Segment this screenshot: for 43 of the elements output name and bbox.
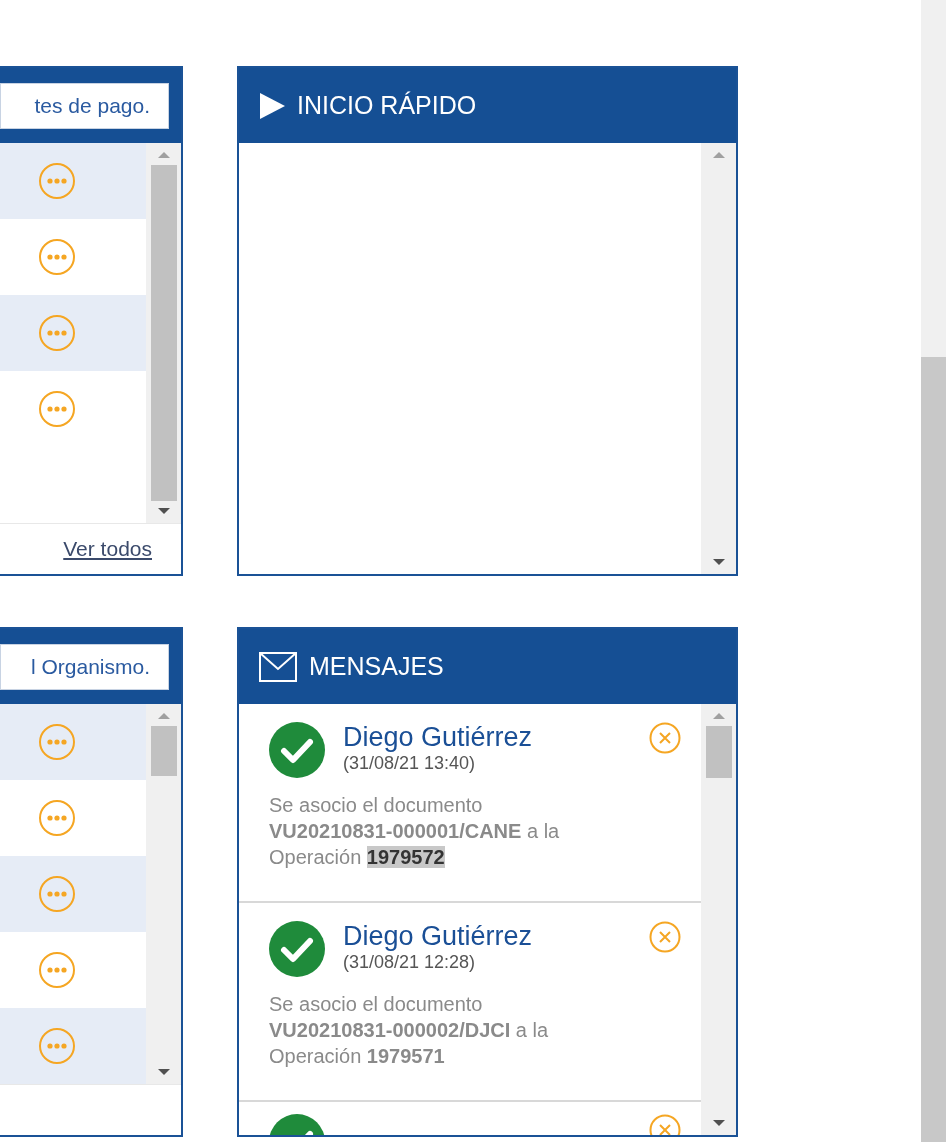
- more-options-icon[interactable]: [38, 723, 76, 761]
- check-circle-icon: [269, 921, 325, 977]
- message-time: (31/08/21 13:40): [343, 753, 477, 774]
- list-row[interactable]: [0, 856, 146, 932]
- more-options-icon[interactable]: [38, 1027, 76, 1065]
- scroll-up-icon[interactable]: [157, 712, 170, 720]
- play-icon: [259, 92, 285, 119]
- scroll-down-icon[interactable]: [712, 1119, 725, 1127]
- list-row[interactable]: [0, 295, 146, 371]
- more-options-icon[interactable]: [38, 951, 76, 989]
- more-options-icon[interactable]: [38, 238, 76, 276]
- scroll-up-icon[interactable]: [712, 151, 725, 159]
- scroll-down-icon[interactable]: [157, 1068, 170, 1076]
- scroll-thumb[interactable]: [150, 165, 177, 501]
- panel-title: MENSAJES: [309, 652, 444, 681]
- view-all-link[interactable]: Ver todos: [63, 537, 152, 561]
- panel-title: INICIO RÁPIDO: [297, 91, 477, 120]
- scroll-up-icon[interactable]: [712, 712, 725, 720]
- envelope-icon: [259, 651, 297, 682]
- list-row[interactable]: [0, 143, 146, 219]
- message-time: (31/08/21 12:28): [343, 952, 477, 973]
- more-options-icon[interactable]: [38, 799, 76, 837]
- list-row[interactable]: [0, 704, 146, 780]
- more-options-icon[interactable]: [38, 875, 76, 913]
- more-options-icon[interactable]: [38, 162, 76, 200]
- scroll-down-icon[interactable]: [157, 507, 170, 515]
- text-field[interactable]: tes de pago.: [0, 82, 169, 129]
- list-row[interactable]: [0, 1008, 146, 1084]
- text-field[interactable]: l Organismo.: [0, 643, 169, 690]
- scroll-down-icon[interactable]: [712, 558, 725, 566]
- scroll-thumb[interactable]: [705, 726, 732, 778]
- scroll-thumb[interactable]: [150, 726, 177, 776]
- more-options-icon[interactable]: [38, 390, 76, 428]
- sender-name: Diego Gutiérrez: [343, 722, 534, 753]
- message-text: Se asocio el documento VU20210831-000002/DJCI a la Operación 1979571: [269, 992, 550, 1069]
- scroll-up-icon[interactable]: [157, 151, 170, 159]
- page-scroll-thumb[interactable]: [921, 357, 946, 1142]
- message-text: Se asocio el documento VU20210831-000001/CANE a la Operación 1979572: [269, 793, 561, 870]
- check-circle-icon: [269, 722, 325, 778]
- sender-name: Diego Gutiérrez: [343, 921, 534, 952]
- more-options-icon[interactable]: [38, 314, 76, 352]
- close-icon[interactable]: [649, 921, 681, 953]
- close-icon[interactable]: [649, 722, 681, 754]
